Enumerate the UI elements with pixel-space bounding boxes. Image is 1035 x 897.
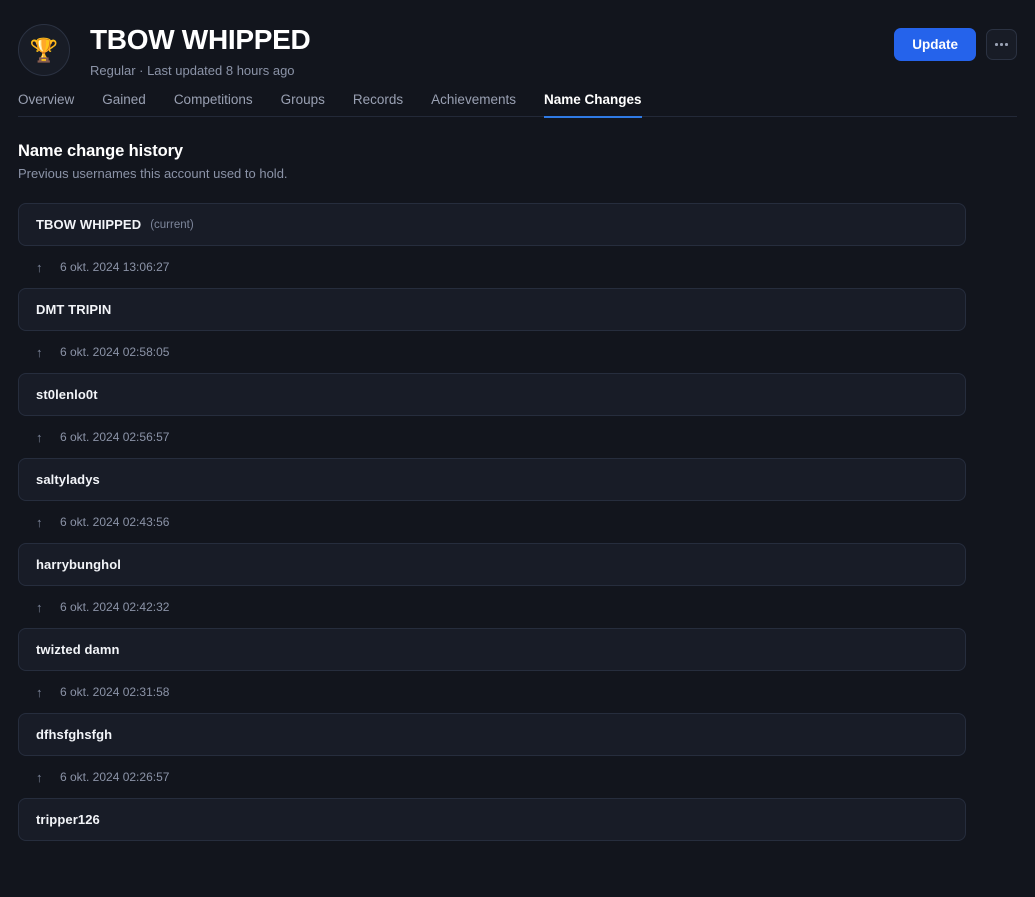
avatar: 🏆 [18, 24, 70, 76]
name-text: twizted damn [36, 642, 120, 657]
tab-records[interactable]: Records [353, 92, 403, 118]
name-text: saltyladys [36, 472, 100, 487]
change-timestamp-row: ↑ 6 okt. 2024 02:43:56 [18, 501, 966, 543]
change-timestamp-row: ↑ 6 okt. 2024 13:06:27 [18, 246, 966, 288]
change-date: 6 okt. 2024 02:56:57 [60, 430, 170, 444]
more-options-button[interactable] [986, 29, 1017, 60]
trophy-icon: 🏆 [29, 36, 59, 63]
name-card[interactable]: DMT TRIPIN [18, 288, 966, 331]
name-text: TBOW WHIPPED [36, 217, 142, 232]
name-card[interactable]: harrybunghol [18, 543, 966, 586]
change-date: 6 okt. 2024 02:26:57 [60, 770, 170, 784]
tab-achievements[interactable]: Achievements [431, 92, 516, 118]
section-subtitle: Previous usernames this account used to … [18, 166, 288, 181]
ellipsis-icon [995, 43, 998, 46]
tabs-list: Overview Gained Competitions Groups Records A… [18, 86, 1017, 118]
tab-overview[interactable]: Overview [18, 92, 74, 118]
name-card[interactable]: st0lenlo0t [18, 373, 966, 416]
name-card[interactable]: TBOW WHIPPED (current) [18, 203, 966, 246]
change-timestamp-row: ↑ 6 okt. 2024 02:31:58 [18, 671, 966, 713]
arrow-up-icon: ↑ [36, 769, 43, 785]
change-timestamp-row: ↑ 6 okt. 2024 02:42:32 [18, 586, 966, 628]
change-date: 6 okt. 2024 02:31:58 [60, 685, 170, 699]
change-date: 6 okt. 2024 13:06:27 [60, 260, 170, 274]
tab-name-changes[interactable]: Name Changes [543, 92, 642, 118]
update-button[interactable]: Update [894, 28, 976, 61]
tabs-bar: Overview Gained Competitions Groups Records A… [18, 86, 1017, 118]
page-title: TBOW WHIPPED [90, 24, 311, 55]
name-card[interactable]: tripper126 [18, 798, 966, 841]
arrow-up-icon: ↑ [36, 514, 43, 530]
arrow-up-icon: ↑ [36, 259, 43, 275]
ellipsis-icon [1000, 43, 1003, 46]
name-card[interactable]: saltyladys [18, 458, 966, 501]
change-timestamp-row: ↑ 6 okt. 2024 02:58:05 [18, 331, 966, 373]
name-text: DMT TRIPIN [36, 302, 112, 317]
name-text: st0lenlo0t [36, 387, 98, 402]
current-badge: (current) [150, 218, 194, 231]
tab-groups[interactable]: Groups [281, 92, 325, 118]
change-date: 6 okt. 2024 02:58:05 [60, 345, 170, 359]
name-text: harrybunghol [36, 557, 121, 572]
profile-subtitle: Regular · Last updated 8 hours ago [90, 63, 295, 79]
profile-header: 🏆 TBOW WHIPPED Regular · Last updated 8 … [18, 0, 1017, 86]
tab-gained[interactable]: Gained [102, 92, 146, 118]
change-date: 6 okt. 2024 02:43:56 [60, 515, 170, 529]
section-title: Name change history [18, 142, 183, 160]
title-block: TBOW WHIPPED Regular · Last updated 8 ho… [90, 22, 311, 79]
arrow-up-icon: ↑ [36, 429, 43, 445]
change-timestamp-row: ↑ 6 okt. 2024 02:26:57 [18, 756, 966, 798]
arrow-up-icon: ↑ [36, 599, 43, 615]
name-text: dfhsfghsfgh [36, 727, 113, 742]
change-timestamp-row: ↑ 6 okt. 2024 02:56:57 [18, 416, 966, 458]
arrow-up-icon: ↑ [36, 684, 43, 700]
name-card[interactable]: dfhsfghsfgh [18, 713, 966, 756]
name-change-list: TBOW WHIPPED (current) ↑ 6 okt. 2024 13:06:… [18, 203, 966, 841]
tab-competitions[interactable]: Competitions [174, 92, 253, 118]
section-header: Name change history Previous usernames t… [18, 142, 1017, 181]
name-text: tripper126 [36, 812, 100, 827]
header-actions: Update [894, 28, 1017, 61]
name-card[interactable]: twizted damn [18, 628, 966, 671]
arrow-up-icon: ↑ [36, 344, 43, 360]
change-date: 6 okt. 2024 02:42:32 [60, 600, 170, 614]
ellipsis-icon [1005, 43, 1008, 46]
profile-page: 🏆 TBOW WHIPPED Regular · Last updated 8 … [0, 0, 1035, 897]
